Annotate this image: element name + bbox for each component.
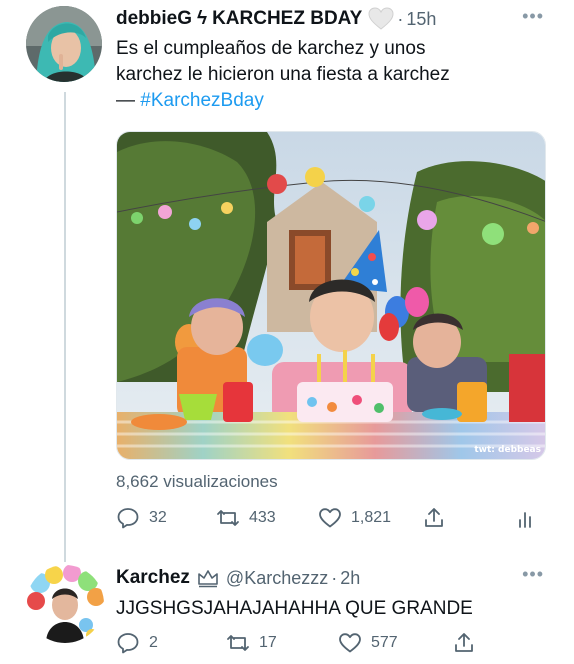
retweet-icon [227, 635, 249, 651]
reply-button[interactable]: 2 [116, 631, 158, 655]
view-count[interactable]: 8,662 visualizaciones [116, 472, 278, 492]
author-display-title[interactable]: KARCHEZ BDAY [212, 8, 362, 30]
analytics-icon [519, 512, 531, 528]
tweet-text: Es el cumpleaños de karchez y unos karch… [116, 36, 556, 114]
retweet-button[interactable]: 433 [216, 506, 276, 530]
separator-dot: · [397, 8, 404, 29]
reply-icon [117, 633, 139, 654]
reply-count: 2 [149, 634, 158, 651]
share-button[interactable] [452, 631, 485, 655]
thread-connector-line [64, 92, 66, 562]
heart-icon [319, 508, 341, 528]
white-heart-icon [368, 6, 394, 32]
separator-dot: · [331, 567, 338, 588]
author-avatar[interactable] [26, 6, 102, 82]
more-options-icon[interactable]: ••• [522, 564, 544, 585]
retweet-count: 17 [259, 634, 277, 651]
retweet-count: 433 [249, 509, 276, 526]
hashtag-link[interactable]: #KarchezBday [140, 90, 264, 111]
reply-icon [117, 508, 139, 529]
like-button[interactable]: 1,821 [318, 506, 391, 530]
bolt-symbol: ϟ [197, 8, 208, 29]
reply-author-name[interactable]: Karchez [116, 567, 190, 589]
analytics-button[interactable] [514, 506, 547, 530]
media-watermark: twt: debbeas [474, 445, 541, 455]
reply-text: JJGSHGSJAHAJAHAHHA QUE GRANDE [116, 598, 473, 619]
share-icon [425, 508, 443, 527]
more-options-icon[interactable]: ••• [522, 6, 544, 27]
tweet-text-line-1: Es el cumpleaños de karchez y unos [116, 38, 426, 59]
reply-button[interactable]: 32 [116, 506, 167, 530]
tweet-text-line-2: karchez le hicieron una fiesta a karchez [116, 64, 450, 85]
like-button[interactable]: 577 [338, 631, 398, 655]
timestamp[interactable]: 15h [406, 9, 436, 30]
crown-icon [196, 567, 220, 589]
tweet-header: debbieG ϟ KARCHEZ BDAY · 15h [116, 6, 436, 32]
author-name[interactable]: debbieG [116, 8, 192, 30]
like-count: 577 [371, 634, 398, 651]
heart-icon [339, 633, 361, 653]
share-icon [455, 633, 473, 652]
reply-author-avatar[interactable] [26, 565, 104, 643]
reply-timestamp[interactable]: 2h [340, 568, 360, 589]
retweet-button[interactable]: 17 [226, 631, 277, 655]
tweet-text-dash: — [116, 90, 141, 111]
reply-header: Karchez @Karchezzz · 2h [116, 566, 360, 590]
like-count: 1,821 [351, 509, 392, 526]
retweet-icon [217, 510, 239, 526]
tweet-media-image[interactable]: twt: debbeas [116, 131, 546, 460]
share-button[interactable] [422, 506, 455, 530]
reply-author-handle[interactable]: @Karchezzz [226, 568, 328, 589]
tweet-text-line-3: — #KarchezBday [116, 88, 556, 114]
reply-count: 32 [149, 509, 167, 526]
